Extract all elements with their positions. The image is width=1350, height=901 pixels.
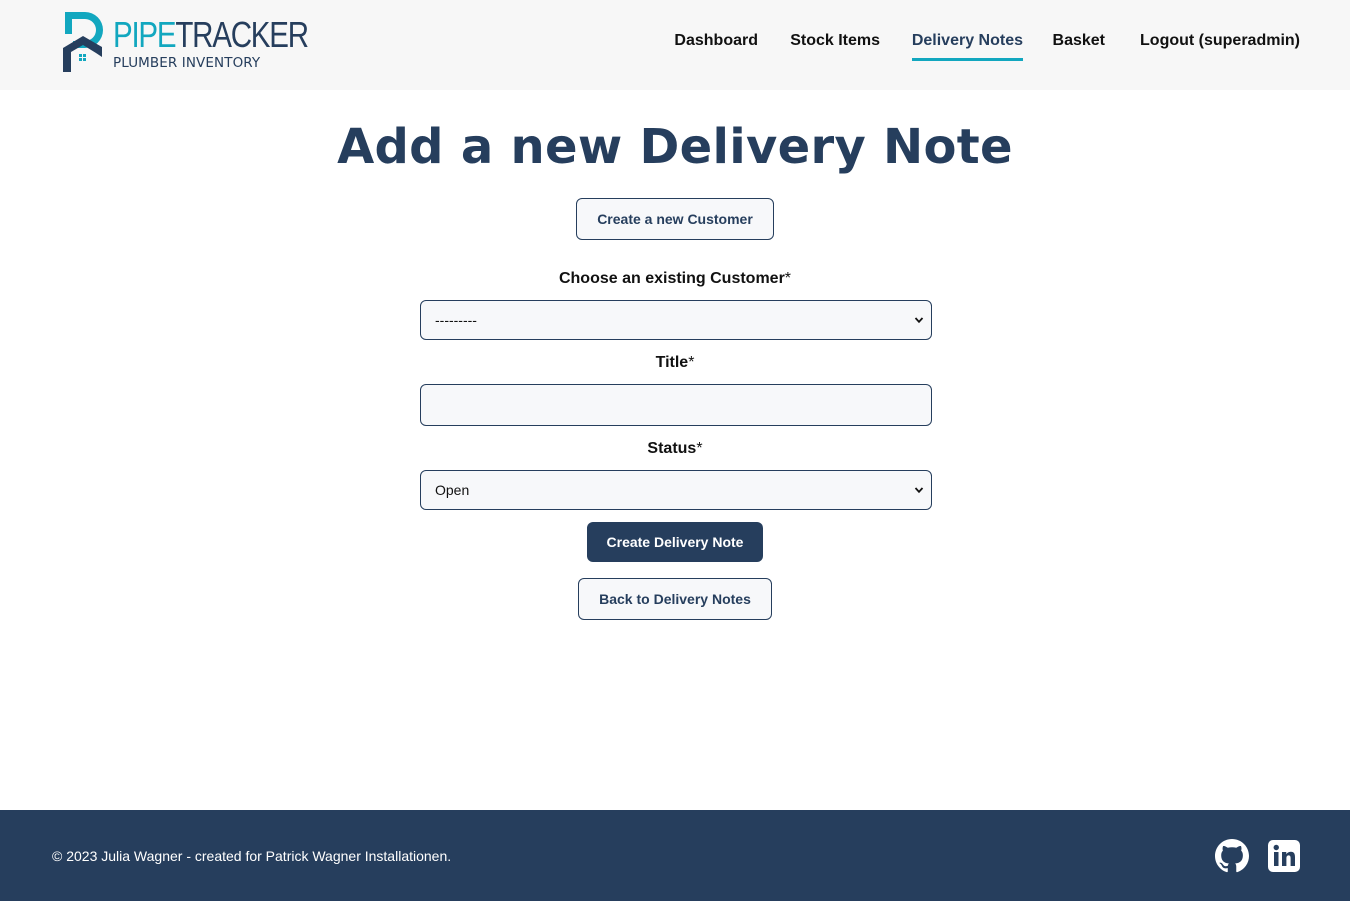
copyright-text: © 2023 Julia Wagner - created for Patric…	[52, 848, 452, 864]
customer-label-text: Choose an existing Customer	[558, 270, 785, 287]
nav-logout[interactable]: Logout (superadmin)	[1140, 31, 1300, 51]
title-input[interactable]	[420, 384, 932, 426]
main-content: Add a new Delivery Note Create a new Cus…	[0, 90, 1350, 810]
brand-subtitle: PLUMBER INVENTORY	[113, 55, 261, 71]
nav-basket[interactable]: Basket	[1053, 31, 1105, 51]
title-label: Title*	[0, 353, 1350, 373]
nav-stock-items[interactable]: Stock Items	[790, 31, 880, 51]
chevron-down-icon	[914, 487, 924, 494]
title-label-text: Title	[655, 354, 689, 371]
github-link[interactable]	[1215, 839, 1249, 873]
site-footer: © 2023 Julia Wagner - created for Patric…	[0, 810, 1350, 901]
required-marker: *	[688, 354, 695, 371]
brand-logo[interactable]: PIPETRACKER PLUMBER INVENTORY	[63, 12, 309, 74]
create-customer-button[interactable]: Create a new Customer	[576, 198, 774, 240]
create-delivery-note-button[interactable]: Create Delivery Note	[587, 522, 763, 562]
chevron-down-icon	[914, 317, 924, 324]
nav-delivery-notes[interactable]: Delivery Notes	[911, 31, 1023, 61]
required-marker: *	[696, 440, 703, 457]
nav-dashboard[interactable]: Dashboard	[674, 31, 758, 51]
status-select[interactable]: Open	[420, 470, 932, 510]
customer-select-value: ---------	[435, 312, 477, 328]
status-label-text: Status	[647, 440, 697, 457]
linkedin-link[interactable]	[1267, 839, 1301, 873]
required-marker: *	[784, 270, 792, 287]
brand-word-tracker: TRACKER	[175, 14, 309, 55]
site-header: PIPETRACKER PLUMBER INVENTORY Dashboard …	[0, 0, 1350, 90]
page-title: Add a new Delivery Note	[337, 119, 1013, 175]
nav-delivery-notes-label: Delivery Notes	[911, 32, 1023, 49]
customer-select[interactable]: ---------	[420, 300, 932, 340]
customer-label: Choose an existing Customer*	[0, 269, 1350, 289]
active-nav-indicator	[911, 58, 1023, 61]
brand-word-pipe: PIPE	[113, 14, 177, 55]
status-select-value: Open	[435, 482, 470, 498]
back-to-delivery-notes-button[interactable]: Back to Delivery Notes	[578, 578, 772, 620]
logo-mark-icon	[63, 12, 103, 72]
linkedin-icon	[1268, 840, 1300, 872]
status-label: Status*	[0, 439, 1350, 459]
brand-wordmark: PIPETRACKER	[113, 14, 309, 55]
github-icon	[1215, 839, 1249, 873]
